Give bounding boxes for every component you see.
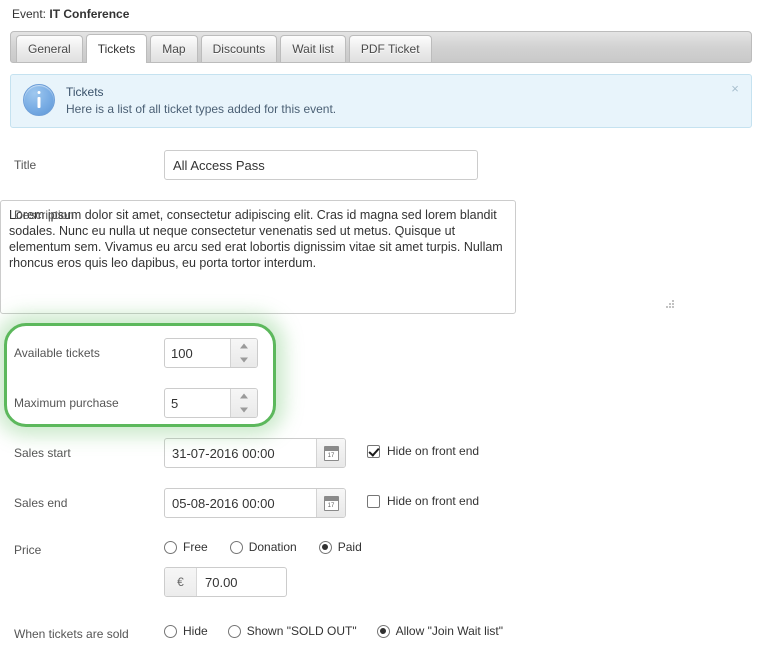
description-row: Description Lorem ipsum dolor sit amet, …	[0, 200, 760, 320]
available-tickets-increment-icon[interactable]	[231, 339, 257, 353]
tab-general[interactable]: General	[16, 35, 83, 62]
sales-end-date-field[interactable]: 17	[164, 488, 346, 518]
radio-icon	[227, 624, 241, 638]
sales-start-calendar-button[interactable]: 17	[316, 439, 345, 467]
close-icon[interactable]: ×	[728, 82, 742, 96]
available-tickets-label: Available tickets	[14, 346, 100, 360]
maximum-purchase-input[interactable]	[165, 389, 230, 417]
price-amount-input[interactable]	[197, 568, 286, 596]
title-row: Title	[0, 150, 760, 182]
price-option-paid[interactable]: Paid	[318, 540, 362, 554]
checkbox-icon	[367, 494, 380, 508]
maximum-purchase-increment-icon[interactable]	[231, 389, 257, 403]
sales-end-input[interactable]	[165, 489, 316, 517]
tab-wait-list[interactable]: Wait list	[280, 35, 346, 62]
tab-pdf-ticket[interactable]: PDF Ticket	[348, 35, 432, 62]
maximum-purchase-label: Maximum purchase	[14, 396, 119, 410]
radio-icon	[229, 540, 243, 554]
description-label: Description	[14, 208, 75, 222]
sales-end-hide-label: Hide on front end	[387, 494, 480, 508]
title-input[interactable]	[164, 150, 478, 180]
sales-start-date-field[interactable]: 17	[164, 438, 346, 468]
tab-tickets[interactable]: Tickets	[85, 34, 148, 63]
event-label: Event:	[12, 7, 47, 21]
when-sold-radio-group: Hide Shown "SOLD OUT" Allow "Join Wait l…	[164, 624, 523, 638]
title-label: Title	[14, 158, 37, 172]
price-row: Price Free Donation Paid €	[0, 535, 760, 605]
sales-start-label: Sales start	[14, 446, 71, 460]
maximum-purchase-stepper[interactable]	[164, 388, 258, 418]
calendar-icon: 17	[323, 495, 339, 511]
when-tickets-sold-label: When tickets are sold	[14, 627, 129, 641]
tab-map[interactable]: Map	[150, 35, 198, 62]
sales-end-row: Sales end 17 Hide on front end	[0, 488, 760, 518]
page-title: Event: IT Conference	[12, 7, 129, 21]
when-sold-option-hide[interactable]: Hide	[164, 624, 208, 638]
available-tickets-input[interactable]	[165, 339, 230, 367]
sales-end-calendar-button[interactable]: 17	[316, 489, 345, 517]
price-option-free[interactable]: Free	[164, 540, 208, 554]
info-icon	[23, 84, 55, 116]
radio-icon	[164, 624, 177, 638]
info-alert: Tickets Here is a list of all ticket typ…	[10, 74, 752, 128]
sales-start-hide-checkbox[interactable]: Hide on front end	[367, 444, 479, 458]
alert-body: Here is a list of all ticket types added…	[66, 102, 337, 116]
sales-end-label: Sales end	[14, 496, 68, 510]
when-sold-option-wait-list[interactable]: Allow "Join Wait list"	[376, 624, 503, 638]
available-tickets-row: Available tickets	[0, 338, 300, 368]
currency-symbol: €	[165, 568, 197, 596]
checkbox-icon	[367, 444, 380, 458]
price-type-radio-group: Free Donation Paid	[164, 540, 362, 554]
tab-bar: General Tickets Map Discounts Wait list …	[10, 31, 752, 63]
available-tickets-stepper[interactable]	[164, 338, 258, 368]
tab-discounts[interactable]: Discounts	[200, 35, 278, 62]
alert-title: Tickets	[66, 85, 104, 99]
event-name: IT Conference	[49, 7, 130, 21]
resize-handle-icon[interactable]	[666, 300, 676, 310]
available-tickets-decrement-icon[interactable]	[231, 353, 257, 367]
radio-icon	[376, 624, 390, 638]
calendar-icon: 17	[323, 445, 339, 461]
sales-end-hide-checkbox[interactable]: Hide on front end	[367, 494, 479, 508]
sales-start-hide-label: Hide on front end	[387, 444, 480, 458]
radio-icon	[164, 540, 177, 554]
sales-start-input[interactable]	[165, 439, 316, 467]
price-option-donation[interactable]: Donation	[229, 540, 297, 554]
sales-start-row: Sales start 17 Hide on front end	[0, 438, 760, 468]
when-sold-option-sold-out[interactable]: Shown "SOLD OUT"	[227, 624, 357, 638]
description-textarea[interactable]: Lorem ipsum dolor sit amet, consectetur …	[0, 200, 516, 314]
price-label: Price	[14, 543, 42, 557]
maximum-purchase-row: Maximum purchase	[0, 388, 300, 418]
price-amount-field[interactable]: €	[164, 567, 287, 597]
maximum-purchase-decrement-icon[interactable]	[231, 403, 257, 417]
radio-icon	[318, 540, 332, 554]
when-tickets-sold-row: When tickets are sold Hide Shown "SOLD O…	[0, 623, 760, 647]
